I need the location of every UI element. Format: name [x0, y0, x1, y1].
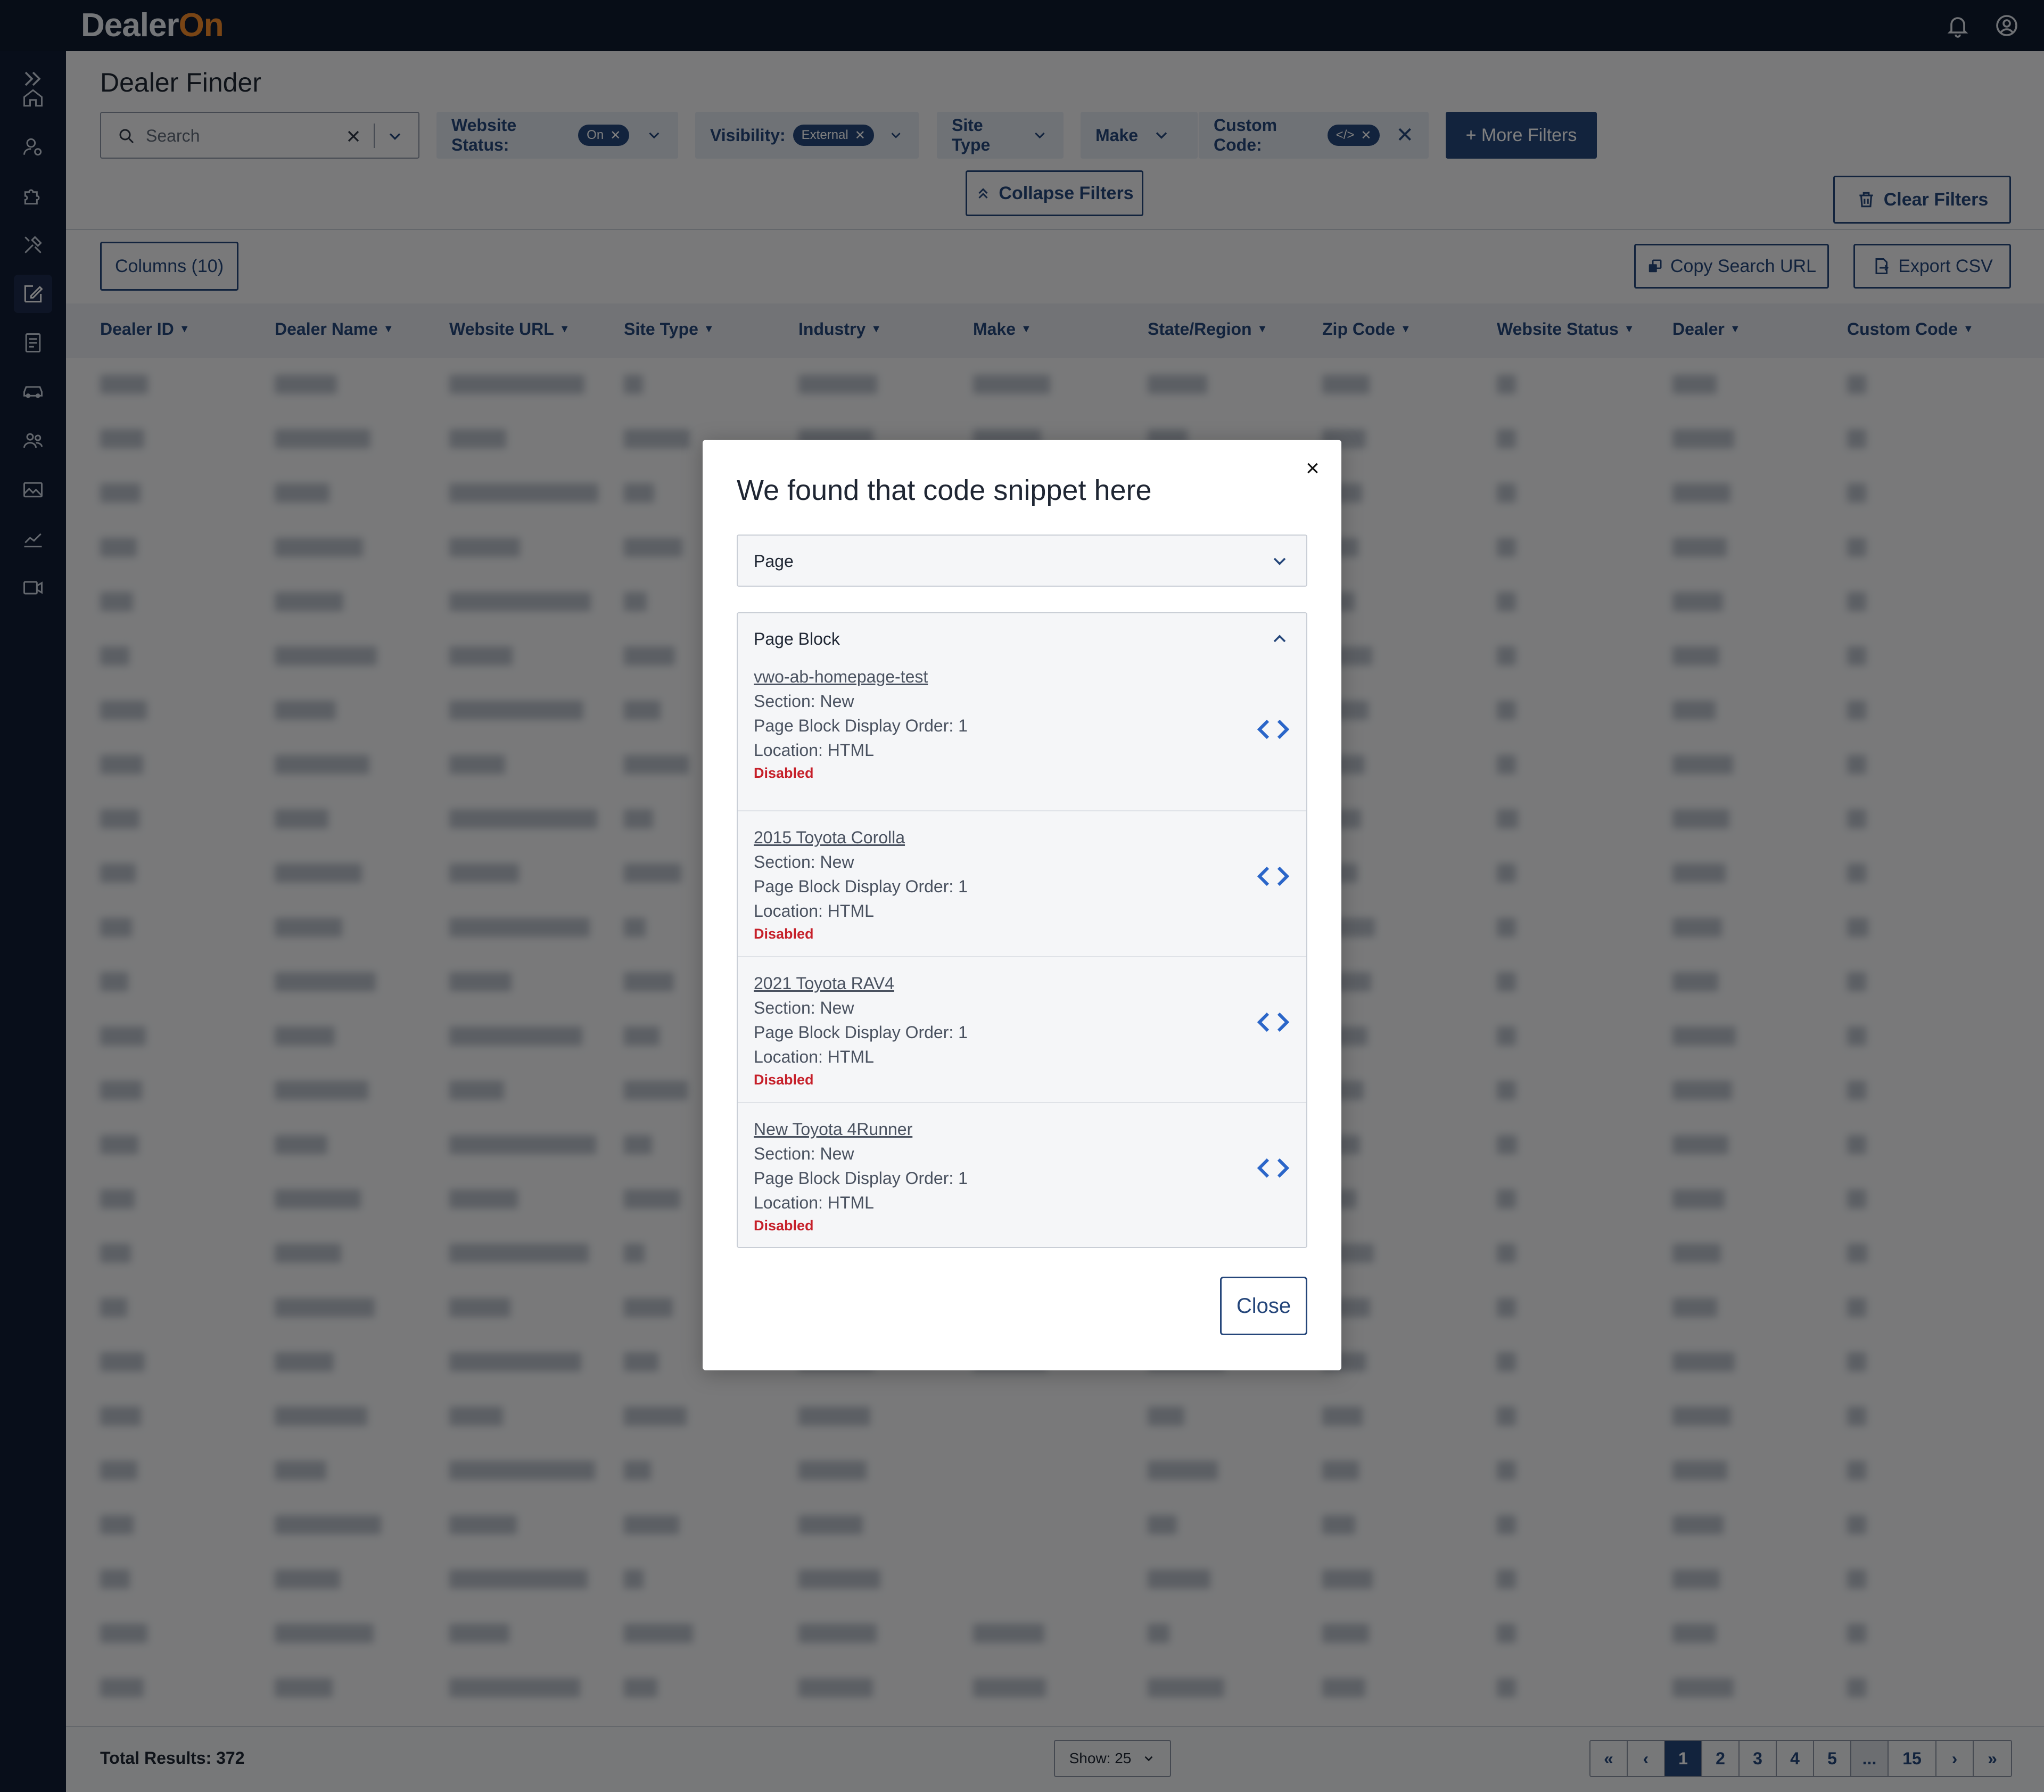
page-block-order: Page Block Display Order: 1 [754, 1169, 968, 1188]
page-block-location: Location: HTML [754, 901, 874, 920]
page-block-order: Page Block Display Order: 1 [754, 1023, 968, 1042]
chevron-up-icon [1273, 635, 1286, 643]
page-accordion-header[interactable]: Page [738, 536, 1306, 587]
page-block-link[interactable]: vwo-ab-homepage-test [754, 664, 1290, 689]
page-block-link[interactable]: New Toyota 4Runner [754, 1117, 1290, 1141]
page-accordion-label: Page [754, 551, 794, 571]
code-icon[interactable] [1256, 717, 1290, 742]
page-block-accordion: Page Block vwo-ab-homepage-test Section:… [737, 612, 1307, 1248]
status-badge: Disabled [754, 765, 814, 781]
list-item: vwo-ab-homepage-test Section: New Page B… [738, 664, 1306, 810]
page-block-link[interactable]: 2015 Toyota Corolla [754, 825, 1290, 850]
chevron-down-icon [1273, 557, 1286, 565]
modal-title: We found that code snippet here [737, 474, 1152, 506]
list-item: 2015 Toyota Corolla Section: New Page Bl… [738, 810, 1306, 956]
code-icon[interactable] [1256, 864, 1290, 889]
status-badge: Disabled [754, 1218, 814, 1234]
code-icon[interactable] [1256, 1155, 1290, 1181]
page-block-section: Section: New [754, 852, 854, 872]
page-block-location: Location: HTML [754, 741, 874, 760]
list-item: New Toyota 4Runner Section: New Page Blo… [738, 1102, 1306, 1248]
page-block-order: Page Block Display Order: 1 [754, 716, 968, 735]
list-item: 2021 Toyota RAV4 Section: New Page Block… [738, 956, 1306, 1102]
page-block-section: Section: New [754, 1144, 854, 1163]
close-button[interactable]: Close [1220, 1277, 1307, 1335]
status-badge: Disabled [754, 926, 814, 942]
page-block-location: Location: HTML [754, 1193, 874, 1212]
page-block-accordion-header[interactable]: Page Block [738, 613, 1306, 664]
page-accordion[interactable]: Page [737, 535, 1307, 587]
page-block-link[interactable]: 2021 Toyota RAV4 [754, 971, 1290, 996]
page-block-order: Page Block Display Order: 1 [754, 877, 968, 896]
page-block-location: Location: HTML [754, 1047, 874, 1066]
page-block-accordion-label: Page Block [754, 629, 840, 648]
status-badge: Disabled [754, 1072, 814, 1088]
page-block-section: Section: New [754, 998, 854, 1017]
code-snippet-modal: × We found that code snippet here Page P… [703, 440, 1341, 1370]
close-icon[interactable]: × [1302, 455, 1323, 481]
code-icon[interactable] [1256, 1009, 1290, 1035]
page-block-section: Section: New [754, 692, 854, 711]
